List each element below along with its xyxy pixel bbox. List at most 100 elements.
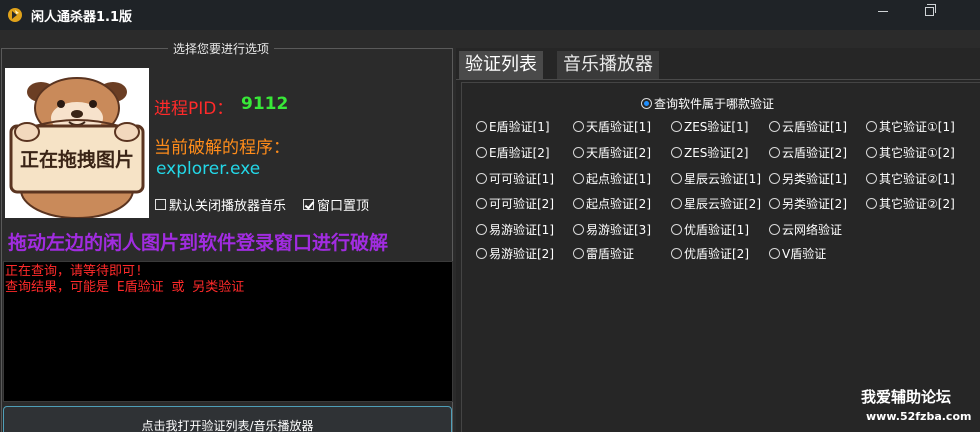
mute-music-label: 默认关闭播放器音乐 — [169, 199, 287, 214]
verify-radio[interactable]: 起点验证[2] — [573, 195, 651, 212]
verify-radio[interactable]: ZES验证[1] — [671, 118, 748, 135]
group-caption: 选择您要进行选项 — [168, 40, 275, 57]
watermark-url: www.52fzba.com — [866, 410, 972, 423]
verify-radio[interactable]: 云网络验证 — [769, 221, 842, 238]
verify-radio-label: V盾验证 — [782, 247, 827, 261]
verify-radio[interactable]: 可可验证[2] — [476, 195, 554, 212]
minimize-button[interactable] — [860, 0, 906, 30]
verify-radio[interactable]: 星辰云验证[1] — [671, 170, 761, 187]
drag-hint-text: 拖动左边的闲人图片到软件登录窗口进行破解 — [8, 232, 389, 254]
verify-radio[interactable]: 其它验证①[2] — [866, 144, 955, 161]
radio-selected-icon — [641, 98, 652, 109]
verify-radio-label: 其它验证①[2] — [879, 146, 955, 160]
open-list-player-button[interactable]: 点击我打开验证列表/音乐播放器 — [3, 406, 452, 432]
radio-icon — [573, 224, 584, 235]
app-icon — [8, 8, 22, 22]
current-program-value: explorer.exe — [156, 159, 261, 179]
radio-icon — [866, 173, 877, 184]
verify-radio-label: 起点验证[2] — [586, 197, 651, 211]
verify-radio[interactable]: 易游验证[2] — [476, 245, 554, 262]
verify-radio[interactable]: 起点验证[1] — [573, 170, 651, 187]
verify-radio[interactable]: 其它验证①[1] — [866, 118, 955, 135]
verify-radio-label: 其它验证②[1] — [879, 172, 955, 186]
verify-radio[interactable]: 雷盾验证 — [573, 245, 634, 262]
radio-icon — [573, 121, 584, 132]
checkbox-icon — [155, 199, 166, 210]
radio-icon — [573, 198, 584, 209]
current-program-label: 当前破解的程序： — [154, 138, 290, 158]
tab-music-player[interactable]: 音乐播放器 — [557, 51, 659, 79]
verify-radio-label: 可可验证[2] — [489, 197, 554, 211]
verify-radio[interactable]: 优盾验证[2] — [671, 245, 749, 262]
verify-radio-label: 起点验证[1] — [586, 172, 651, 186]
radio-icon — [769, 248, 780, 259]
minimize-icon — [878, 10, 888, 12]
radio-icon — [476, 147, 487, 158]
pid-label: 进程PID： — [154, 99, 234, 119]
verify-radio[interactable]: 其它验证②[2] — [866, 195, 955, 212]
verify-radio-label: 星辰云验证[2] — [684, 197, 761, 211]
verify-radio[interactable]: 可可验证[1] — [476, 170, 554, 187]
output-console[interactable]: 正在查询，请等待即可! 查询结果，可能是 E盾验证 或 另类验证 — [3, 261, 453, 402]
verify-radio[interactable]: 云盾验证[2] — [769, 144, 847, 161]
verify-radio[interactable]: 星辰云验证[2] — [671, 195, 761, 212]
mute-music-checkbox[interactable]: 默认关闭播放器音乐 — [155, 195, 286, 214]
verify-radio[interactable]: 优盾验证[1] — [671, 221, 749, 238]
verify-radio-label: 优盾验证[2] — [684, 247, 749, 261]
image-caption: 正在拖拽图片 — [20, 148, 134, 171]
verify-radio[interactable]: 其它验证②[1] — [866, 170, 955, 187]
verify-radio-label: 另类验证[1] — [782, 172, 847, 186]
verify-radio[interactable]: E盾验证[2] — [476, 144, 550, 161]
dog-illustration: 正在拖拽图片 — [5, 68, 149, 218]
radio-icon — [769, 198, 780, 209]
console-line: 查询结果，可能是 E盾验证 或 另类验证 — [5, 280, 245, 295]
radio-icon — [671, 224, 682, 235]
maximize-button[interactable] — [906, 0, 952, 30]
radio-icon — [476, 198, 487, 209]
title-bar: 闲人通杀器1.1版 — [0, 0, 980, 30]
console-line: 正在查询，请等待即可! — [5, 264, 143, 279]
checkbox-checked-icon — [303, 199, 314, 210]
verify-radio[interactable]: V盾验证 — [769, 245, 826, 262]
query-verify-radio[interactable]: 查询软件属于哪款验证 — [641, 95, 774, 112]
radio-icon — [769, 173, 780, 184]
query-verify-label: 查询软件属于哪款验证 — [654, 97, 775, 111]
verify-radio[interactable]: E盾验证[1] — [476, 118, 550, 135]
tab-verify-list[interactable]: 验证列表 — [459, 51, 543, 79]
radio-icon — [476, 121, 487, 132]
verify-radio-label: 天盾验证[2] — [586, 146, 651, 160]
verify-radio-label: 其它验证②[2] — [879, 197, 955, 211]
drag-pet-image[interactable]: 正在拖拽图片 — [5, 68, 149, 218]
verify-radio-label: 星辰云验证[1] — [684, 172, 761, 186]
verify-radio-label: ZES验证[2] — [684, 146, 749, 160]
tab-divider — [456, 79, 980, 80]
radio-icon — [671, 121, 682, 132]
verify-radio[interactable]: 天盾验证[1] — [573, 118, 651, 135]
verify-radio[interactable]: 云盾验证[1] — [769, 118, 847, 135]
radio-icon — [671, 198, 682, 209]
verify-radio[interactable]: ZES验证[2] — [671, 144, 748, 161]
verify-radio-label: 易游验证[2] — [489, 247, 554, 261]
verify-radio-label: ZES验证[1] — [684, 120, 749, 134]
radio-icon — [476, 224, 487, 235]
verify-radio-label: 易游验证[1] — [489, 223, 554, 237]
radio-icon — [769, 224, 780, 235]
verify-radio-label: 雷盾验证 — [586, 247, 635, 261]
verify-radio-label: 云网络验证 — [782, 223, 843, 237]
verify-radio[interactable]: 另类验证[1] — [769, 170, 847, 187]
radio-icon — [476, 248, 487, 259]
verify-radio[interactable]: 易游验证[1] — [476, 221, 554, 238]
window-title: 闲人通杀器1.1版 — [31, 10, 133, 25]
radio-icon — [866, 121, 877, 132]
restore-icon — [924, 3, 936, 16]
verify-radio[interactable]: 天盾验证[2] — [573, 144, 651, 161]
radio-icon — [573, 248, 584, 259]
radio-icon — [671, 173, 682, 184]
verify-radio-label: 云盾验证[2] — [782, 146, 847, 160]
verify-radio-label: 优盾验证[1] — [684, 223, 749, 237]
always-on-top-checkbox[interactable]: 窗口置顶 — [303, 195, 369, 214]
verify-radio[interactable]: 易游验证[3] — [573, 221, 651, 238]
verify-radio[interactable]: 另类验证[2] — [769, 195, 847, 212]
radio-icon — [671, 248, 682, 259]
verify-radio-label: E盾验证[1] — [489, 120, 550, 134]
